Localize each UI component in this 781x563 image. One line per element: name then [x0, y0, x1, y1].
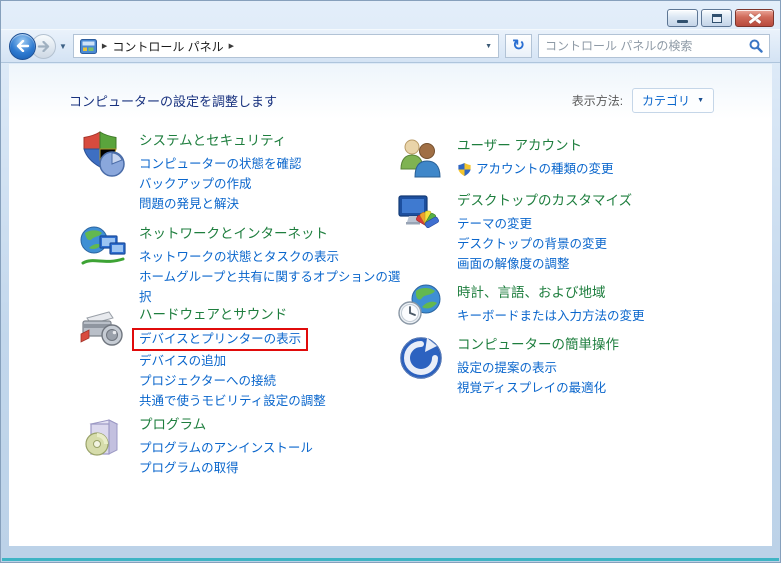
network-globe-icon[interactable]: [79, 223, 127, 271]
link-add-device[interactable]: デバイスの追加: [139, 351, 401, 371]
maximize-icon: [712, 14, 722, 23]
clock-language-region-icon[interactable]: [397, 282, 445, 330]
window-bottom-edge: [2, 558, 779, 561]
link-homegroup-sharing-options[interactable]: ホームグループと共有に関するオプションの選択: [139, 267, 401, 307]
view-by-value: カテゴリ: [642, 92, 690, 109]
back-button[interactable]: [9, 33, 36, 60]
minimize-icon: [677, 20, 688, 23]
security-shield-icon[interactable]: [79, 130, 127, 178]
address-dropdown-icon[interactable]: ▼: [485, 43, 492, 50]
close-button[interactable]: [735, 9, 774, 27]
search-box: [538, 34, 770, 58]
category-title-appearance-personalization[interactable]: デスクトップのカスタマイズ: [457, 190, 719, 211]
link-get-programs[interactable]: プログラムの取得: [139, 458, 401, 478]
refresh-button[interactable]: ↻: [505, 34, 532, 58]
back-arrow-icon: [16, 40, 30, 52]
ease-of-access-icon[interactable]: [397, 334, 445, 382]
link-connect-to-projector[interactable]: プロジェクターへの接続: [139, 371, 401, 391]
control-panel-window: ▼ ▶ コントロール パネル ▶ ▼ ↻ コンピューターの設定を調: [0, 0, 781, 563]
category-clock-language-region: 時計、言語、および地域 キーボードまたは入力方法の変更: [397, 282, 719, 330]
history-buttons: ▼: [9, 33, 67, 60]
category-ease-of-access: コンピューターの簡単操作 設定の提案の表示 視覚ディスプレイの最適化: [397, 334, 719, 398]
title-bar[interactable]: [1, 1, 780, 29]
link-change-desktop-background[interactable]: デスクトップの背景の変更: [457, 234, 719, 254]
category-user-accounts: ユーザー アカウント アカウントの種類の変更: [397, 135, 719, 183]
category-network-and-internet: ネットワークとインターネット ネットワークの状態とタスクの表示 ホームグループと…: [79, 223, 401, 307]
category-system-and-security: システムとセキュリティ コンピューターの状態を確認 バックアップの作成 問題の発…: [79, 130, 401, 214]
navigation-bar: ▼ ▶ コントロール パネル ▶ ▼ ↻: [1, 29, 780, 63]
category-title-system-and-security[interactable]: システムとセキュリティ: [139, 130, 401, 151]
link-change-keyboards-input-methods[interactable]: キーボードまたは入力方法の変更: [457, 306, 719, 326]
category-programs: プログラム プログラムのアンインストール プログラムの取得: [79, 414, 401, 478]
forward-arrow-icon: [37, 41, 50, 52]
search-input[interactable]: [545, 39, 745, 53]
category-title-user-accounts[interactable]: ユーザー アカウント: [457, 135, 719, 156]
control-panel-icon: [80, 39, 97, 54]
link-adjust-mobility-settings[interactable]: 共通で使うモビリティ設定の調整: [139, 391, 401, 411]
link-optimize-visual-display[interactable]: 視覚ディスプレイの最適化: [457, 378, 719, 398]
content-header: コンピューターの設定を調整します 表示方法: カテゴリ ▼: [9, 64, 772, 113]
link-find-fix-problems[interactable]: 問題の発見と解決: [139, 194, 401, 214]
printer-hardware-icon[interactable]: [79, 304, 127, 352]
breadcrumb-arrow-icon[interactable]: ▶: [102, 42, 107, 50]
view-by-dropdown[interactable]: カテゴリ ▼: [632, 88, 714, 113]
programs-box-icon[interactable]: [79, 414, 127, 462]
link-adjust-screen-resolution[interactable]: 画面の解像度の調整: [457, 254, 719, 274]
link-view-computer-status[interactable]: コンピューターの状態を確認: [139, 154, 401, 174]
link-change-theme[interactable]: テーマの変更: [457, 214, 719, 234]
page-title: コンピューターの設定を調整します: [69, 91, 277, 110]
personalization-icon[interactable]: [397, 190, 445, 238]
view-by-label: 表示方法:: [572, 92, 623, 109]
chevron-down-icon: ▼: [697, 97, 704, 104]
minimize-button[interactable]: [667, 9, 698, 27]
user-accounts-icon[interactable]: [397, 135, 445, 183]
control-panel-home: コンピューターの設定を調整します 表示方法: カテゴリ ▼ システムとセキュリテ…: [9, 64, 772, 546]
category-hardware-and-sound: ハードウェアとサウンド デバイスとプリンターの表示 デバイスの追加 プロジェクタ…: [79, 304, 401, 411]
category-title-ease-of-access[interactable]: コンピューターの簡単操作: [457, 334, 719, 355]
window-controls: [667, 9, 774, 27]
close-icon: [749, 13, 761, 23]
category-title-network-and-internet[interactable]: ネットワークとインターネット: [139, 223, 401, 244]
magnifier-icon[interactable]: [749, 39, 763, 53]
category-title-hardware-and-sound[interactable]: ハードウェアとサウンド: [139, 304, 401, 325]
link-view-devices-and-printers[interactable]: デバイスとプリンターの表示: [132, 328, 308, 351]
view-by-group: 表示方法: カテゴリ ▼: [572, 88, 714, 113]
category-title-programs[interactable]: プログラム: [139, 414, 401, 435]
link-view-network-status[interactable]: ネットワークの状態とタスクの表示: [139, 247, 401, 267]
breadcrumb-arrow-icon[interactable]: ▶: [229, 42, 234, 50]
maximize-button[interactable]: [701, 9, 732, 27]
link-uninstall-program[interactable]: プログラムのアンインストール: [139, 438, 401, 458]
link-create-backup[interactable]: バックアップの作成: [139, 174, 401, 194]
uac-shield-icon: [457, 162, 472, 177]
recent-pages-dropdown[interactable]: ▼: [59, 42, 67, 51]
breadcrumb[interactable]: ▶ コントロール パネル ▶ ▼: [73, 34, 499, 58]
category-appearance-personalization: デスクトップのカスタマイズ テーマの変更 デスクトップの背景の変更 画面の解像度…: [397, 190, 719, 274]
breadcrumb-item-control-panel[interactable]: コントロール パネル: [112, 38, 223, 55]
link-change-account-type[interactable]: アカウントの種類の変更: [476, 159, 614, 179]
category-title-clock-language-region[interactable]: 時計、言語、および地域: [457, 282, 719, 303]
link-suggest-settings[interactable]: 設定の提案の表示: [457, 358, 719, 378]
